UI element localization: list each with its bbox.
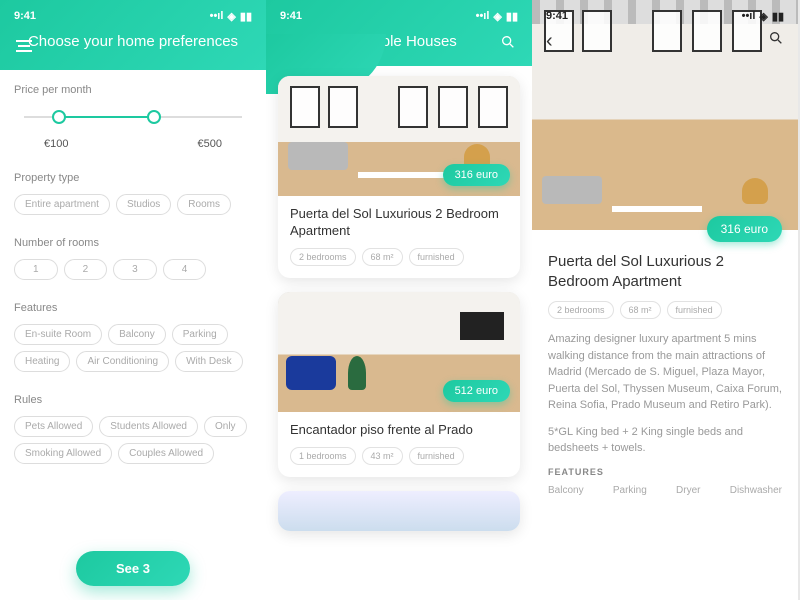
rule-option[interactable]: Smoking Allowed: [14, 443, 112, 464]
listing-tag: 2 bedrooms: [290, 248, 356, 266]
listing-tag: 43 m²: [362, 447, 403, 465]
signal-icon: ••ıl: [476, 10, 490, 22]
feature-option[interactable]: Heating: [14, 351, 70, 372]
wifi-icon: ◈: [759, 10, 767, 23]
status-indicators: ••ıl ◈ ▮▮: [742, 10, 784, 23]
price-max: €500: [198, 138, 222, 150]
price-min: €100: [44, 138, 68, 150]
ptype-option[interactable]: Entire apartment: [14, 194, 110, 215]
rules-label: Rules: [14, 394, 252, 406]
ptype-option[interactable]: Studios: [116, 194, 171, 215]
rooms-option[interactable]: 3: [113, 259, 157, 280]
feature-option[interactable]: Parking: [172, 324, 228, 345]
listings-list: 316 euro Puerta del Sol Luxurious 2 Bedr…: [266, 66, 532, 555]
rooms-label: Number of rooms: [14, 237, 252, 249]
rules-section: Rules Pets Allowed Students Allowed Only…: [0, 380, 266, 472]
status-indicators: ••ıl ◈ ▮▮: [210, 10, 252, 23]
screen-detail: 9:41 ••ıl ◈ ▮▮ ‹ 316 euro Puerta del Sol…: [532, 0, 798, 600]
listing-tag: 1 bedrooms: [290, 447, 356, 465]
rule-option[interactable]: Couples Allowed: [118, 443, 214, 464]
rule-option[interactable]: Students Allowed: [99, 416, 198, 437]
price-badge: 512 euro: [443, 380, 510, 402]
status-time: 9:41: [280, 10, 302, 22]
status-indicators: ••ıl ◈ ▮▮: [476, 10, 518, 23]
feature-option[interactable]: With Desk: [175, 351, 243, 372]
signal-icon: ••ıl: [742, 10, 756, 22]
status-bar: 9:41 ••ıl ◈ ▮▮: [266, 4, 532, 28]
status-bar: 9:41 ••ıl ◈ ▮▮: [0, 4, 266, 28]
wifi-icon: ◈: [227, 10, 235, 23]
description: 5*GL King bed + 2 King single beds and b…: [548, 424, 782, 457]
wifi-icon: ◈: [493, 10, 501, 23]
description: Amazing designer luxury apartment 5 mins…: [548, 331, 782, 414]
listing-title: Encantador piso frente al Prado: [290, 422, 508, 439]
listing-tag: furnished: [409, 248, 464, 266]
price-badge: 316 euro: [707, 216, 782, 242]
features-heading: FEATURES: [548, 467, 782, 477]
screen-listings: 9:41 ••ıl ◈ ▮▮ ‹ Available Houses 316 eu…: [266, 0, 532, 600]
detail-tag: furnished: [667, 301, 722, 319]
detail-tag: 68 m²: [620, 301, 661, 319]
battery-icon: ▮▮: [772, 10, 784, 23]
ptype-label: Property type: [14, 172, 252, 184]
listing-card[interactable]: 512 euro Encantador piso frente al Prado…: [278, 292, 520, 477]
back-icon[interactable]: ‹: [280, 32, 300, 52]
feature-item: Parking: [613, 485, 647, 496]
rule-option[interactable]: Pets Allowed: [14, 416, 93, 437]
features-section: Features En-suite Room Balcony Parking H…: [0, 288, 266, 380]
rooms-option[interactable]: 4: [163, 259, 207, 280]
page-title: Available Houses: [300, 32, 498, 52]
detail-tag: 2 bedrooms: [548, 301, 614, 319]
search-icon[interactable]: [768, 30, 784, 51]
rule-option[interactable]: Only: [204, 416, 247, 437]
status-time: 9:41: [546, 10, 568, 22]
signal-icon: ••ıl: [210, 10, 224, 22]
price-badge: 316 euro: [443, 164, 510, 186]
listing-tag: furnished: [409, 447, 464, 465]
hero-image: 316 euro: [532, 0, 798, 230]
rooms-option[interactable]: 1: [14, 259, 58, 280]
listing-card[interactable]: [278, 491, 520, 531]
detail-title: Puerta del Sol Luxurious 2 Bedroom Apart…: [548, 252, 782, 291]
see-results-button[interactable]: See 3: [76, 551, 190, 586]
rooms-option[interactable]: 2: [64, 259, 108, 280]
ptype-option[interactable]: Rooms: [177, 194, 231, 215]
listing-image: 512 euro: [278, 292, 520, 412]
feature-option[interactable]: En-suite Room: [14, 324, 102, 345]
status-time: 9:41: [14, 10, 36, 22]
feature-option[interactable]: Air Conditioning: [76, 351, 169, 372]
listing-tag: 68 m²: [362, 248, 403, 266]
listing-image: 316 euro: [278, 76, 520, 196]
menu-icon[interactable]: [14, 36, 34, 56]
feature-item: Balcony: [548, 485, 584, 496]
price-section: Price per month €100 €500: [0, 70, 266, 158]
listing-image: [278, 491, 520, 531]
back-icon[interactable]: ‹: [546, 30, 553, 53]
feature-item: Dryer: [676, 485, 700, 496]
price-label: Price per month: [14, 84, 252, 96]
features-label: Features: [14, 302, 252, 314]
feature-item: Dishwasher: [730, 485, 782, 496]
battery-icon: ▮▮: [506, 10, 518, 23]
listing-title: Puerta del Sol Luxurious 2 Bedroom Apart…: [290, 206, 508, 240]
search-icon[interactable]: [498, 32, 518, 52]
feature-option[interactable]: Balcony: [108, 324, 166, 345]
rooms-section: Number of rooms 1 2 3 4: [0, 223, 266, 288]
page-title: Choose your home preferences: [14, 32, 252, 52]
screen-preferences: 9:41 ••ıl ◈ ▮▮ Choose your home preferen…: [0, 0, 266, 600]
ptype-section: Property type Entire apartment Studios R…: [0, 158, 266, 223]
listing-card[interactable]: 316 euro Puerta del Sol Luxurious 2 Bedr…: [278, 76, 520, 278]
status-bar: 9:41 ••ıl ◈ ▮▮: [532, 4, 798, 28]
price-slider[interactable]: [14, 106, 252, 134]
battery-icon: ▮▮: [240, 10, 252, 23]
